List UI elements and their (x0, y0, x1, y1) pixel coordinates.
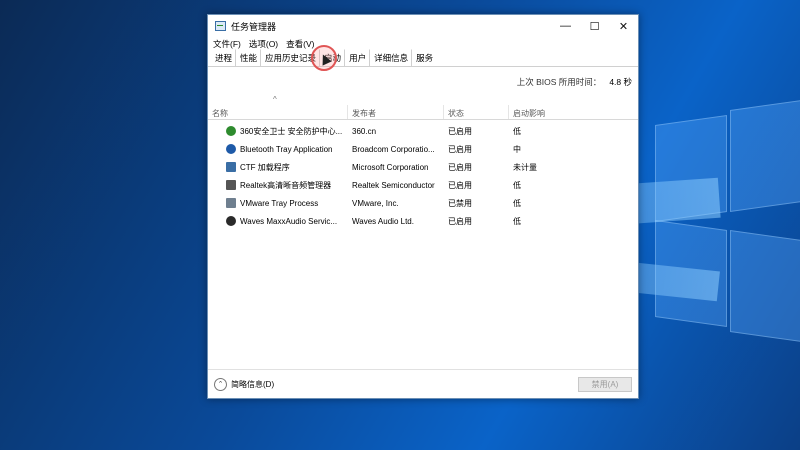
table-row[interactable]: Waves MaxxAudio Servic... Waves Audio Ltd… (208, 212, 638, 230)
table-row[interactable]: 360安全卫士 安全防护中心... 360.cn 已启用 低 (208, 122, 638, 140)
column-name[interactable]: 名称 (208, 105, 348, 119)
row-publisher: Realtek Semiconductor (352, 180, 435, 190)
chevron-up-icon[interactable]: ⌃ (214, 377, 227, 391)
row-status: 已启用 (448, 144, 472, 154)
tab-bar: 进程 性能 应用历史记录 启动 用户 详细信息 服务 (208, 45, 638, 71)
row-name-cell: Bluetooth Tray Application (208, 144, 348, 154)
row-name: Waves MaxxAudio Servic... (240, 216, 338, 226)
row-publisher: Microsoft Corporation (352, 162, 429, 172)
menu-view[interactable]: 查看(V) (286, 38, 314, 50)
menu-options[interactable]: 选项(O) (249, 38, 278, 50)
row-publisher: VMware, Inc. (352, 198, 399, 208)
row-name-cell: Waves MaxxAudio Servic... (208, 216, 348, 226)
vmware-icon (226, 198, 236, 208)
table-row[interactable]: CTF 加载程序 Microsoft Corporation 已启用 未计量 (208, 158, 638, 176)
bios-time-label: 上次 BIOS 所用时间： (516, 77, 602, 87)
row-impact: 低 (513, 198, 521, 208)
column-startup-impact[interactable]: 启动影响 (509, 105, 634, 119)
row-impact: 低 (513, 216, 521, 226)
minimize-button[interactable]: — (551, 15, 580, 37)
bios-time: 上次 BIOS 所用时间： 4.8 秒 (208, 67, 638, 97)
speaker-icon (226, 180, 236, 190)
footer-bar: ⌃ 简略信息(D) 禁用(A) (208, 369, 638, 398)
tab-processes[interactable]: 进程 (211, 49, 237, 66)
close-button[interactable]: ✕ (609, 15, 638, 37)
bios-time-value: 4.8 秒 (609, 77, 632, 87)
row-impact: 低 (513, 126, 521, 136)
row-status: 已启用 (448, 162, 472, 172)
row-publisher: 360.cn (352, 126, 377, 136)
ctf-loader-icon (226, 162, 236, 172)
row-name: CTF 加载程序 (240, 162, 290, 172)
startup-list: 360安全卫士 安全防护中心... 360.cn 已启用低 Bluetooth Tra… (208, 122, 638, 230)
row-name: 360安全卫士 安全防护中心... (240, 126, 343, 136)
row-impact: 未计量 (513, 162, 537, 172)
column-publisher[interactable]: 发布者 (348, 105, 444, 119)
bluetooth-icon (226, 144, 236, 154)
row-status: 已启用 (448, 126, 472, 136)
row-name: Bluetooth Tray Application (240, 144, 333, 154)
disable-button[interactable]: 禁用(A) (578, 376, 632, 392)
row-impact: 低 (513, 180, 521, 190)
windows-logo-pane (730, 229, 800, 343)
sort-ascending-icon: ^ (273, 95, 277, 104)
row-name: Realtek高清晰音频管理器 (240, 180, 332, 190)
maximize-button[interactable]: ☐ (580, 15, 609, 37)
table-row[interactable]: VMware Tray Process VMware, Inc. 已禁用 低 (208, 194, 638, 212)
row-publisher: Broadcom Corporatio... (352, 144, 435, 154)
row-publisher: Waves Audio Ltd. (352, 216, 414, 226)
table-row[interactable]: Realtek高清晰音频管理器 Realtek Semiconductor 已启用 低 (208, 176, 638, 194)
column-status[interactable]: 状态 (444, 105, 509, 119)
tab-users[interactable]: 用户 (345, 49, 371, 66)
fewer-details-link[interactable]: 简略信息(D) (231, 379, 274, 390)
tab-performance[interactable]: 性能 (236, 49, 262, 66)
row-name-cell: Realtek高清晰音频管理器 (208, 180, 348, 191)
row-name: VMware Tray Process (240, 198, 319, 208)
360-icon (226, 126, 236, 136)
menu-file[interactable]: 文件(F) (213, 38, 241, 50)
row-status: 已禁用 (448, 198, 472, 208)
waves-icon (226, 216, 236, 226)
row-name-cell: CTF 加载程序 (208, 162, 348, 173)
task-manager-window: 任务管理器 — ☐ ✕ 文件(F) 选项(O) 查看(V) 进程 性能 应用历史… (207, 14, 639, 399)
row-name-cell: 360安全卫士 安全防护中心... (208, 126, 348, 137)
tab-details[interactable]: 详细信息 (370, 49, 413, 66)
row-impact: 中 (513, 144, 521, 154)
table-header: ^ 名称 发布者 状态 启动影响 (208, 95, 638, 120)
row-status: 已启用 (448, 180, 472, 190)
row-name-cell: VMware Tray Process (208, 198, 348, 208)
title-bar[interactable]: 任务管理器 — ☐ ✕ (208, 15, 638, 37)
windows-logo-pane (730, 99, 800, 213)
tab-services[interactable]: 服务 (412, 49, 438, 66)
table-row[interactable]: Bluetooth Tray Application Broadcom Corpo… (208, 140, 638, 158)
window-title: 任务管理器 (231, 21, 277, 32)
task-manager-icon (215, 21, 226, 31)
row-status: 已启用 (448, 216, 472, 226)
